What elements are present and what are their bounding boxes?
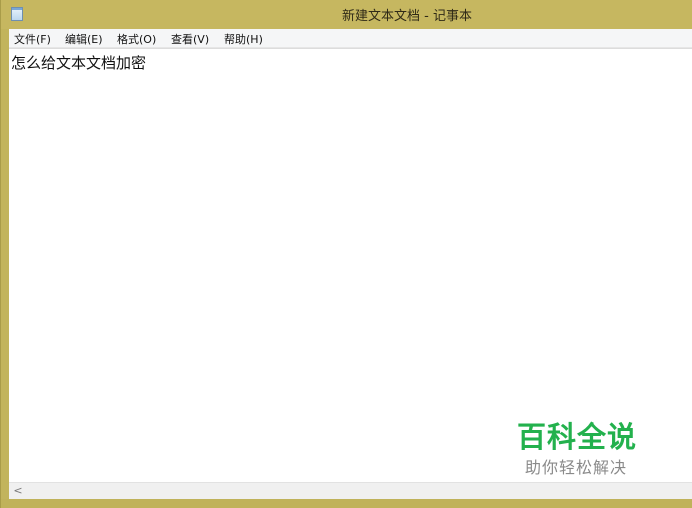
menu-format[interactable]: 格式(O) — [117, 31, 156, 47]
title-bar[interactable]: 新建文本文档 - 记事本 — [1, 0, 692, 29]
watermark-slogan: 助你轻松解决 — [525, 458, 628, 477]
editor-content[interactable]: 怎么给文本文档加密 — [11, 52, 146, 73]
menu-help[interactable]: 帮助(H) — [224, 31, 263, 47]
menu-view[interactable]: 查看(V) — [171, 31, 209, 47]
menu-file[interactable]: 文件(F) — [14, 31, 51, 47]
window-bottom-border — [1, 499, 692, 508]
horizontal-scrollbar[interactable]: < — [9, 482, 692, 499]
scroll-left-arrow-icon[interactable]: < — [11, 484, 25, 498]
notepad-window: 新建文本文档 - 记事本 文件(F) 编辑(E) 格式(O) 查看(V) 帮助(… — [0, 0, 692, 508]
menu-edit[interactable]: 编辑(E) — [65, 31, 103, 47]
watermark: 百科全说 助你轻松解决 — [507, 412, 657, 478]
menu-bar: 文件(F) 编辑(E) 格式(O) 查看(V) 帮助(H) — [9, 29, 692, 48]
watermark-brand: 百科全说 — [517, 420, 638, 454]
window-title: 新建文本文档 - 记事本 — [342, 9, 472, 24]
